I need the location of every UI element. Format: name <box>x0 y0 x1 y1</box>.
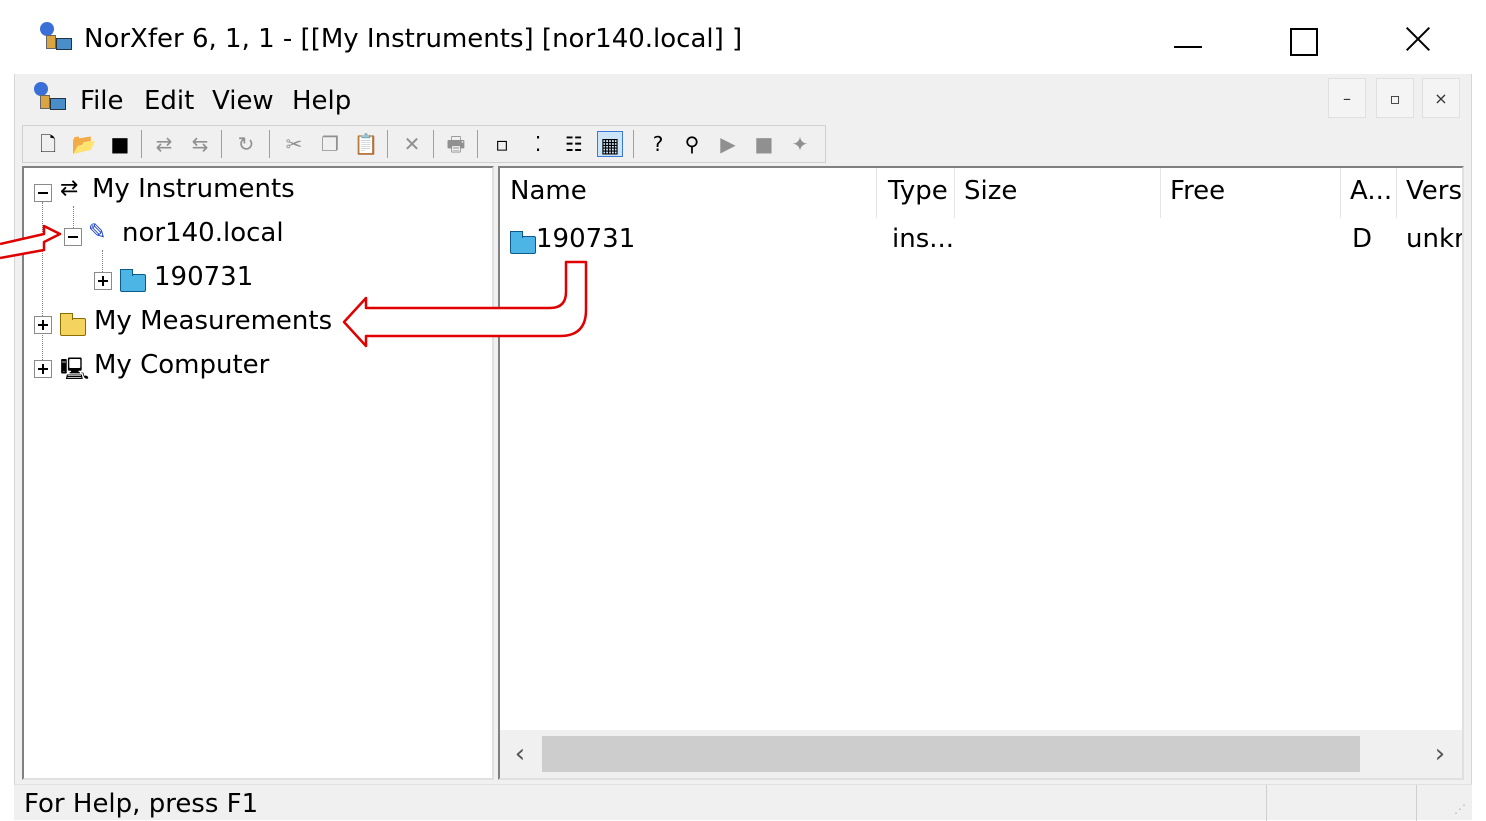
menu-bar: File Edit View Help – ▫ × <box>22 78 1464 124</box>
cell-name: 190731 <box>536 224 636 254</box>
menu-edit[interactable]: Edit <box>144 86 194 116</box>
folder-tree[interactable]: ⇄ My Instruments ✎ nor140.local 190731 M… <box>22 166 494 780</box>
scrollbar-thumb[interactable] <box>542 736 1360 772</box>
help-icon[interactable]: ? <box>645 131 671 157</box>
small-icons-icon[interactable]: ⁚ <box>525 131 551 157</box>
play-icon[interactable]: ▶ <box>715 131 741 157</box>
expand-icon[interactable] <box>34 316 52 334</box>
document-icon[interactable] <box>32 82 68 118</box>
menu-view[interactable]: View <box>212 86 274 116</box>
computer-icon: 🖳 <box>60 357 90 382</box>
cut-icon[interactable]: ✂ <box>281 131 307 157</box>
file-list[interactable]: Name Type Size Free A... Versi 190731 in… <box>498 166 1464 780</box>
menu-help[interactable]: Help <box>292 86 351 116</box>
stop-icon[interactable]: ■ <box>751 131 777 157</box>
tree-label-my-computer: My Computer <box>94 350 270 380</box>
resize-grip-icon[interactable]: ⋰ <box>1454 802 1466 816</box>
instrument-device-icon: ✎ <box>88 220 107 245</box>
open-icon[interactable]: 📂 <box>71 131 97 157</box>
mdi-minimize-button[interactable]: – <box>1328 78 1366 118</box>
measurements-folder-icon <box>60 313 86 336</box>
maximize-button[interactable] <box>1276 20 1336 60</box>
title-bar[interactable]: NorXfer 6, 1, 1 - [[My Instruments] [nor… <box>14 6 1472 74</box>
context-help-icon[interactable]: ⚲ <box>679 131 705 157</box>
cell-attributes: D <box>1352 224 1373 254</box>
expand-icon[interactable] <box>94 272 112 290</box>
status-panel <box>1266 785 1416 821</box>
connect-icon[interactable]: ⇄ <box>151 131 177 157</box>
status-bar: For Help, press F1 ⋰ <box>14 784 1472 821</box>
minimize-button[interactable] <box>1160 20 1220 60</box>
list-view-icon[interactable]: ☷ <box>561 131 587 157</box>
delete-icon[interactable]: ✕ <box>399 131 425 157</box>
collapse-icon[interactable] <box>34 184 52 202</box>
large-icons-icon[interactable]: ▫ <box>489 131 515 157</box>
scroll-left-icon[interactable]: ‹ <box>502 736 538 772</box>
tree-label-my-measurements: My Measurements <box>94 306 333 336</box>
app-icon <box>38 22 74 58</box>
window-title: NorXfer 6, 1, 1 - [[My Instruments] [nor… <box>84 24 743 54</box>
tree-label-190731: 190731 <box>154 262 254 292</box>
new-icon[interactable]: 🗋 <box>35 131 61 157</box>
column-header-free[interactable]: Free <box>1170 176 1225 206</box>
mdi-close-button[interactable]: × <box>1422 78 1460 118</box>
column-header-attributes[interactable]: A... <box>1350 176 1392 206</box>
toolbar: 🗋 📂 ■ ⇄ ⇆ ↻ ✂ ❐ 📋 ✕ 🖶 ▫ ⁚ ☷ ▦ ? ⚲ ▶ ■ ✦ <box>22 125 826 163</box>
folder-icon <box>510 231 536 254</box>
column-header-size[interactable]: Size <box>964 176 1017 206</box>
refresh-icon[interactable]: ↻ <box>233 131 259 157</box>
print-icon[interactable]: 🖶 <box>443 131 469 157</box>
column-header-type[interactable]: Type <box>888 176 948 206</box>
cell-type: ins... <box>892 224 955 254</box>
folder-icon <box>120 269 146 292</box>
mdi-restore-button[interactable]: ▫ <box>1376 78 1414 118</box>
menu-file[interactable]: File <box>80 86 124 116</box>
horizontal-scrollbar[interactable]: ‹ › <box>500 730 1462 778</box>
save-icon[interactable]: ■ <box>107 131 133 157</box>
status-text: For Help, press F1 <box>24 789 259 819</box>
details-view-icon[interactable]: ▦ <box>597 131 623 157</box>
copy-icon[interactable]: ❐ <box>317 131 343 157</box>
disconnect-icon[interactable]: ⇆ <box>187 131 213 157</box>
collapse-icon[interactable] <box>64 228 82 246</box>
paste-icon[interactable]: 📋 <box>353 131 379 157</box>
scroll-right-icon[interactable]: › <box>1422 736 1458 772</box>
column-header-name[interactable]: Name <box>510 176 587 206</box>
column-header-version[interactable]: Versi <box>1406 176 1462 206</box>
tree-label-nor140-local: nor140.local <box>122 218 284 248</box>
cell-version: unkr <box>1406 224 1464 254</box>
instruments-icon: ⇄ <box>60 176 79 201</box>
plugin-icon[interactable]: ✦ <box>787 131 813 157</box>
tree-label-my-instruments: My Instruments <box>92 174 295 204</box>
close-button[interactable] <box>1390 20 1450 60</box>
expand-icon[interactable] <box>34 360 52 378</box>
